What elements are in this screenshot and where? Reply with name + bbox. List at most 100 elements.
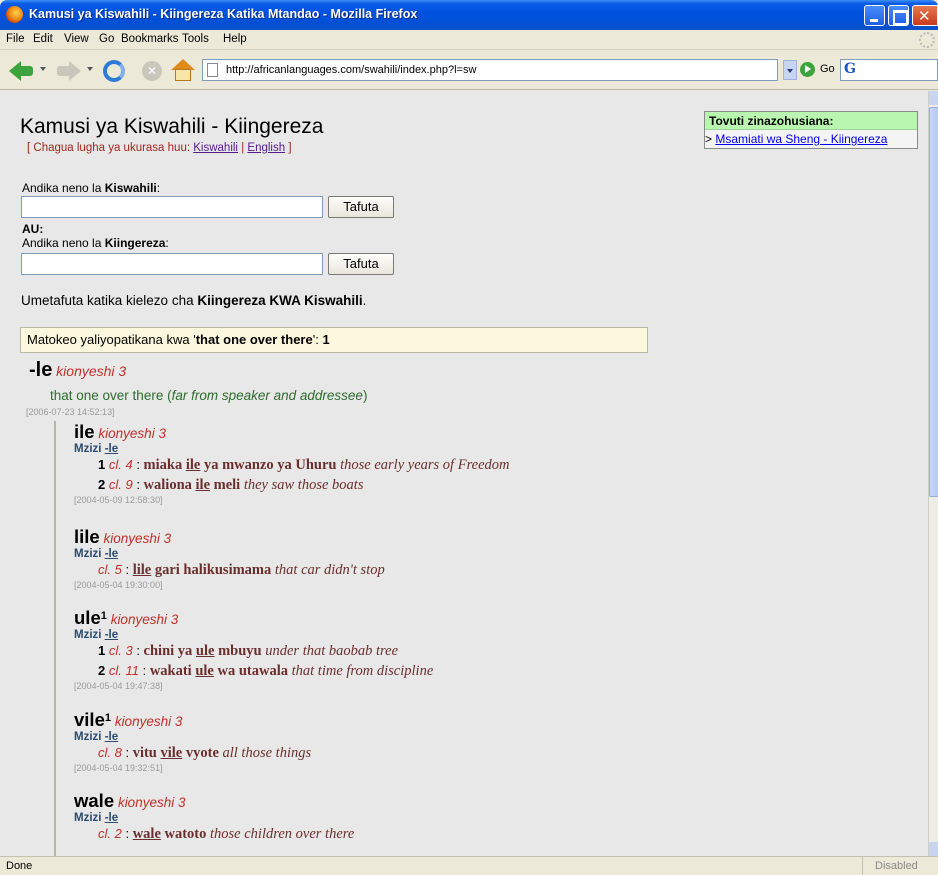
example-english: that car didn't stop	[274, 562, 385, 578]
related-link-sheng[interactable]: Msamiati wa Sheng - Kiingereza	[715, 132, 887, 146]
derived-entry-wale: wale kionyeshi 3 Mzizi -le cl. 2 : wale …	[74, 790, 354, 844]
example-swahili-after: meli	[210, 477, 241, 493]
entry-headword: vile	[74, 709, 105, 730]
entry-root-line: Mzizi -le	[74, 548, 385, 560]
menu-go[interactable]: Go	[99, 33, 114, 45]
english-label-lang: Kiingereza	[104, 236, 166, 250]
address-bar-url[interactable]: http://africanlanguages.com/swahili/inde…	[226, 64, 476, 76]
close-window-button[interactable]	[912, 5, 938, 26]
menu-edit[interactable]: Edit	[33, 33, 53, 45]
example-english: they saw those boats	[243, 477, 364, 493]
example-swahili-key: vile	[160, 745, 183, 761]
english-search-button[interactable]: Tafuta	[328, 253, 394, 275]
english-label-prefix: Andika neno la	[22, 236, 105, 250]
english-search-input[interactable]	[21, 253, 323, 275]
language-link-english[interactable]: English	[247, 142, 285, 154]
search-mode-index: Kiingereza KWA Kiswahili	[197, 293, 363, 308]
back-history-dropdown[interactable]	[40, 67, 46, 71]
window-title-bar[interactable]: Kamusi ya Kiswahili - Kiingereza Katika …	[0, 0, 938, 30]
search-mode-text: Umetafuta katika kielezo cha Kiingereza …	[21, 293, 366, 308]
example-line: 1 cl. 4 : miaka ile ya mwanzo ya Uhuru t…	[74, 455, 510, 475]
stop-button[interactable]: ✕	[140, 57, 166, 85]
scrollbar-thumb[interactable]	[929, 107, 938, 497]
entry-pos: kionyeshi 3	[117, 795, 186, 810]
entry-date: [2004-05-04 19:32:51]	[74, 763, 163, 773]
entry-headword: wale	[74, 790, 115, 811]
swahili-label-prefix: Andika neno la	[22, 181, 105, 195]
google-search-icon[interactable]: G	[844, 61, 860, 79]
root-pos: kionyeshi 3	[56, 363, 127, 379]
search-engine-box[interactable]: G	[840, 59, 938, 81]
entry-root-link[interactable]: -le	[105, 443, 118, 455]
menu-bookmarks[interactable]: Bookmarks	[121, 33, 179, 45]
status-bar: Done Disabled	[0, 856, 938, 875]
root-definition-italic: far from speaker and addressee	[171, 388, 363, 403]
example-line: 2 cl. 11 : wakati ule wa utawala that ti…	[74, 661, 433, 681]
entry-homonym-number: 1	[104, 712, 111, 724]
entry-root-label: Mzizi	[74, 731, 102, 743]
entry-root-label: Mzizi	[74, 629, 102, 641]
entry-root-link[interactable]: -le	[105, 548, 118, 560]
root-headword: -le	[29, 359, 53, 381]
reload-icon	[103, 60, 125, 82]
entry-root-link[interactable]: -le	[105, 812, 118, 824]
address-history-dropdown[interactable]	[783, 60, 797, 80]
entry-root-label: Mzizi	[74, 548, 102, 560]
example-separator: :	[138, 663, 150, 678]
example-swahili-before: chini ya	[143, 643, 196, 659]
menu-file[interactable]: File	[6, 33, 25, 45]
entry-root-link[interactable]: -le	[105, 731, 118, 743]
go-arrow-icon	[800, 62, 815, 77]
menu-help[interactable]: Help	[223, 33, 247, 45]
entry-root-line: Mzizi -le	[74, 629, 433, 641]
maximize-button[interactable]	[888, 5, 909, 26]
swahili-search-input[interactable]	[21, 196, 323, 218]
example-swahili-after: watoto	[160, 826, 207, 842]
results-summary: Matokeo yaliyopatikana kwa 'that one ove…	[20, 327, 648, 353]
forward-history-dropdown[interactable]	[87, 67, 93, 71]
scroll-up-arrow-icon[interactable]	[929, 91, 938, 105]
root-definition-end: )	[362, 388, 368, 403]
language-chooser: [ Chagua lugha ya ukurasa huu: Kiswahili…	[27, 142, 292, 154]
example-number: 2	[98, 663, 106, 678]
results-count: 1	[322, 332, 330, 347]
swahili-input-label: Andika neno la Kiswahili:	[22, 181, 160, 195]
entry-headword: ule	[74, 607, 101, 628]
vertical-scrollbar[interactable]	[928, 91, 938, 856]
example-swahili-after: gari halikusimama	[151, 562, 272, 578]
forward-button[interactable]	[54, 57, 84, 85]
swahili-search-button[interactable]: Tafuta	[328, 196, 394, 218]
entry-root-link[interactable]: -le	[105, 629, 118, 641]
entry-root-line: Mzizi -le	[74, 812, 354, 824]
status-text: Done	[6, 860, 33, 872]
example-swahili-after: vyote	[182, 745, 219, 761]
example-class: cl. 5	[98, 562, 122, 577]
example-number: 2	[98, 477, 106, 492]
menu-bar: File Edit View Go Bookmarks Tools Help	[0, 30, 938, 50]
language-link-kiswahili[interactable]: Kiswahili	[193, 142, 238, 154]
scroll-down-arrow-icon[interactable]	[929, 842, 938, 856]
back-arrow-shaft	[19, 66, 33, 76]
back-button[interactable]	[6, 57, 36, 85]
entry-headword: ile	[74, 421, 95, 442]
entry-pos: kionyeshi 3	[98, 426, 166, 441]
page-content: Kamusi ya Kiswahili - Kiingereza [ Chagu…	[0, 91, 928, 856]
home-icon-body	[175, 69, 191, 81]
firefox-logo-icon	[6, 6, 23, 23]
example-separator: :	[132, 457, 144, 472]
throbber-icon	[919, 32, 935, 48]
address-bar[interactable]: http://africanlanguages.com/swahili/inde…	[202, 59, 778, 81]
example-swahili-key: ile	[185, 457, 201, 473]
example-swahili-before: vitu	[132, 745, 161, 761]
reload-button[interactable]	[100, 57, 128, 85]
home-button[interactable]	[170, 57, 196, 85]
language-separator: |	[241, 142, 245, 154]
root-entry-heading: -le kionyeshi 3	[29, 359, 126, 382]
entry-headword: lile	[74, 526, 100, 547]
minimize-button[interactable]	[864, 5, 885, 26]
menu-tools[interactable]: Tools	[182, 33, 209, 45]
example-line: cl. 8 : vitu vile vyote all those things	[74, 743, 311, 763]
status-panel-text: Disabled	[875, 860, 918, 872]
menu-view[interactable]: View	[64, 33, 89, 45]
swahili-label-colon: :	[156, 181, 161, 195]
